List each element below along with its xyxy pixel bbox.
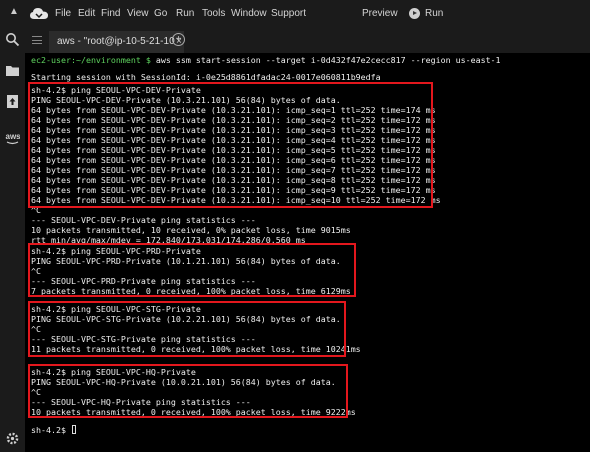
menu-run[interactable]: Run — [176, 8, 194, 20]
collapse-icon[interactable]: ▲ — [8, 5, 20, 19]
add-tab-icon[interactable]: + — [172, 33, 185, 46]
settings-icon[interactable] — [5, 431, 20, 446]
menu-window[interactable]: Window — [231, 8, 267, 20]
terminal-final-prompt: sh-4.2$ — [31, 425, 76, 435]
terminal-line: 10 packets transmitted, 10 received, 0% … — [31, 225, 351, 235]
tab-label: aws - "root@ip-10-5-21-10 — [57, 36, 175, 47]
menu-edit[interactable]: Edit — [78, 8, 95, 20]
run-icon[interactable] — [409, 8, 420, 19]
aws-logo[interactable]: aws — [5, 131, 20, 146]
menu-file[interactable]: File — [55, 8, 71, 20]
tab-terminal[interactable]: aws - "root@ip-10-5-21-10 × — [49, 31, 184, 53]
shell-prompt: ec2-user:~/environment $ — [31, 55, 151, 65]
menu-bar: ▲ File Edit Find View Go Run Tools Windo… — [0, 0, 590, 27]
left-sidebar: aws — [0, 27, 25, 452]
terminal-line: Starting session with SessionId: i-0e25d… — [31, 72, 381, 82]
highlight-box-stg — [28, 301, 346, 357]
run-button[interactable]: Run — [425, 8, 443, 20]
folder-icon[interactable] — [5, 63, 20, 78]
menu-tools[interactable]: Tools — [202, 8, 225, 20]
menu-go[interactable]: Go — [154, 8, 167, 20]
cloud9-logo[interactable] — [30, 7, 48, 20]
highlight-box-prd — [28, 243, 356, 297]
svg-text:aws: aws — [6, 132, 21, 141]
menu-find[interactable]: Find — [101, 8, 120, 20]
terminal-line: --- SEOUL-VPC-DEV-Private ping statistic… — [31, 215, 256, 225]
search-icon[interactable] — [5, 32, 20, 47]
shell-prompt: sh-4.2$ — [31, 425, 71, 435]
preview-button[interactable]: Preview — [362, 8, 398, 20]
highlight-box-hq — [28, 364, 348, 418]
terminal[interactable]: ec2-user:~/environment $ aws ssm start-s… — [25, 53, 590, 452]
menu-support[interactable]: Support — [271, 8, 306, 20]
text-cursor — [71, 425, 76, 434]
terminal-command-line: ec2-user:~/environment $ aws ssm start-s… — [31, 55, 501, 65]
upload-icon[interactable] — [5, 94, 20, 109]
menu-icon[interactable] — [32, 36, 42, 44]
menu-view[interactable]: View — [127, 8, 149, 20]
highlight-box-dev — [28, 82, 433, 208]
command-text: aws ssm start-session --target i-0d432f4… — [150, 55, 501, 65]
tab-strip: aws - "root@ip-10-5-21-10 × + — [25, 27, 590, 53]
